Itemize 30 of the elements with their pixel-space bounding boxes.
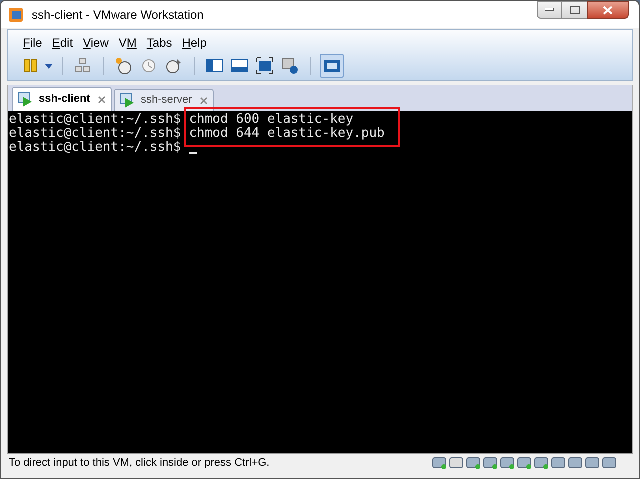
- thumbnail-view-icon: [323, 59, 341, 73]
- maximize-icon: [570, 6, 580, 14]
- tab[interactable]: ssh-client: [12, 87, 112, 111]
- close-button[interactable]: [587, 1, 629, 19]
- menu-item[interactable]: View: [78, 34, 114, 52]
- minimize-icon: [545, 8, 554, 12]
- tab[interactable]: ssh-server: [114, 89, 214, 111]
- terminal-prompt: elastic@client:~/.ssh$: [9, 113, 182, 127]
- terminal-prompt: elastic@client:~/.ssh$: [9, 127, 182, 141]
- terminal-command: chmod 600 elastic-key: [189, 113, 354, 127]
- menu-item[interactable]: Tabs: [142, 34, 178, 52]
- terminal-command: chmod 644 elastic-key.pub: [189, 127, 385, 141]
- close-icon[interactable]: [98, 96, 106, 104]
- maximize-button[interactable]: [562, 1, 587, 19]
- window-title: ssh-client - VMware Workstation: [32, 6, 204, 24]
- status-text: To direct input to this VM, click inside or press Ctrl+G.: [8, 456, 270, 471]
- menu-item[interactable]: Help: [177, 34, 212, 52]
- fullscreen-icon[interactable]: [254, 55, 276, 77]
- app-logo-icon: [8, 6, 24, 22]
- thumbnail-view-button[interactable]: [320, 54, 344, 78]
- vm-play-icon: [120, 92, 136, 108]
- close-icon: [603, 6, 613, 14]
- caret-icon[interactable]: [45, 64, 53, 68]
- menu-item[interactable]: File: [18, 34, 48, 52]
- menu-item[interactable]: Edit: [47, 34, 78, 52]
- terminal-prompt: elastic@client:~/.ssh$: [9, 141, 182, 155]
- vm-play-icon: [18, 92, 34, 108]
- close-icon[interactable]: [200, 96, 208, 104]
- minimize-button[interactable]: [537, 1, 562, 19]
- menu-item[interactable]: VM: [114, 34, 142, 52]
